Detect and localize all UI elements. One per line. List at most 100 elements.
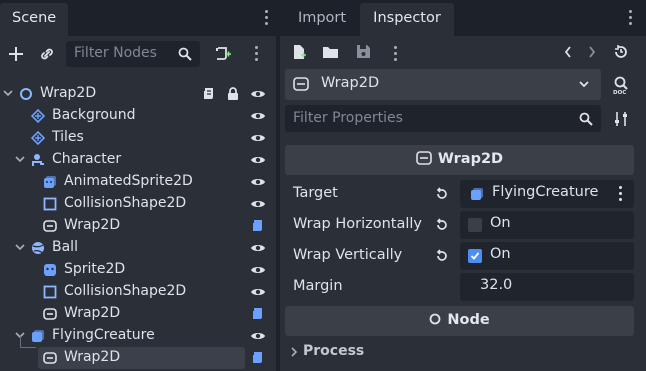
checkbox-checked[interactable] (468, 249, 482, 263)
process-label: Process (303, 343, 365, 359)
wrap-horizontally-value: On (490, 215, 511, 231)
collapse-arrow-icon[interactable] (15, 242, 25, 252)
tab-scene-label: Scene (12, 10, 57, 26)
tab-inspector[interactable]: Inspector (360, 3, 454, 36)
tab-import[interactable]: Import (284, 3, 360, 36)
tree-item-label: Tiles (52, 129, 84, 145)
target-node-picker[interactable]: FlyingCreature (460, 180, 634, 208)
tree-item-label: Wrap2D (64, 305, 121, 321)
object-selector-dropdown[interactable]: Wrap2D (285, 69, 601, 100)
tree-item-wrap2d[interactable]: Wrap2D (0, 215, 276, 237)
tree-item-collisionshape2d[interactable]: CollisionShape2D (0, 193, 276, 215)
tree-item-label: AnimatedSprite2D (64, 173, 193, 189)
property-wrap-vertically-label: Wrap Vertically (293, 247, 403, 263)
tree-item-wrap2d-selected[interactable]: Wrap2D (0, 347, 276, 369)
visibility-eye-icon[interactable] (250, 87, 266, 101)
collapse-arrow-icon[interactable] (15, 154, 25, 164)
object-history-icon[interactable] (613, 44, 629, 60)
visibility-eye-icon[interactable] (250, 285, 266, 299)
visibility-eye-icon[interactable] (250, 241, 266, 255)
tree-item-sprite2d[interactable]: Sprite2D (0, 259, 276, 281)
add-node-icon[interactable] (6, 44, 26, 64)
scene-options-menu-icon[interactable] (250, 45, 262, 63)
tree-item-root[interactable]: Wrap2D (0, 83, 276, 105)
visibility-eye-icon[interactable] (250, 131, 266, 145)
visibility-eye-icon[interactable] (250, 175, 266, 189)
search-icon (178, 47, 192, 61)
revert-icon[interactable] (435, 249, 449, 263)
target-value: FlyingCreature (492, 184, 599, 200)
chevron-down-icon (579, 81, 589, 88)
node-section-header[interactable]: Node (285, 306, 634, 336)
property-margin: Margin 32.0 (285, 273, 639, 301)
process-category[interactable]: Process (285, 341, 634, 363)
checkmark-icon (470, 252, 480, 260)
visibility-eye-icon[interactable] (250, 153, 266, 167)
history-back-icon[interactable] (563, 45, 573, 59)
visibility-eye-icon[interactable] (250, 329, 266, 343)
margin-spinbox[interactable]: 32.0 (460, 273, 634, 301)
tree-item-label: FlyingCreature (52, 327, 155, 343)
history-forward-icon[interactable] (587, 45, 597, 59)
sprite-icon (44, 264, 56, 276)
tree-item-flyingcreature[interactable]: FlyingCreature (0, 325, 276, 347)
expand-arrow-icon (291, 347, 298, 357)
tree-item-label: Wrap2D (64, 217, 121, 233)
script-icon[interactable] (251, 219, 265, 233)
attach-script-icon[interactable] (212, 44, 234, 64)
tree-item-background[interactable]: Background (0, 105, 276, 127)
script-icon[interactable] (251, 307, 265, 321)
tree-item-label: Sprite2D (64, 261, 126, 277)
scene-dock-menu-icon[interactable] (260, 9, 272, 27)
collapse-arrow-icon[interactable] (3, 88, 13, 98)
open-folder-icon[interactable] (322, 45, 339, 59)
tree-item-tiles[interactable]: Tiles (0, 127, 276, 149)
property-wrap-horizontally-label: Wrap Horizontally (293, 216, 422, 232)
rigidbody-icon (32, 242, 44, 254)
script-icon[interactable] (202, 87, 216, 101)
script-icon[interactable] (251, 351, 265, 365)
tab-inspector-label: Inspector (373, 10, 441, 26)
filter-properties-placeholder: Filter Properties (293, 110, 403, 126)
wrap2d-icon (416, 151, 432, 165)
inspector-dock-menu-icon[interactable] (624, 9, 636, 27)
wrap-horizontally-checkbox[interactable]: On (460, 211, 634, 239)
target-options-menu-icon[interactable] (614, 185, 626, 203)
visibility-eye-icon[interactable] (250, 197, 266, 211)
lock-icon[interactable] (226, 87, 240, 101)
script-section-header[interactable]: Wrap2D (285, 145, 634, 175)
node2d-circle-icon (20, 88, 32, 100)
wrap2d-icon (43, 352, 57, 364)
tree-item-collisionshape2d-ball[interactable]: CollisionShape2D (0, 281, 276, 303)
wrap-vertically-checkbox[interactable]: On (460, 242, 634, 270)
filter-nodes-input[interactable]: Filter Nodes (66, 41, 200, 67)
tab-scene[interactable]: Scene (0, 3, 68, 36)
tree-item-label: CollisionShape2D (64, 283, 187, 299)
visibility-eye-icon[interactable] (250, 109, 266, 123)
filter-properties-input[interactable]: Filter Properties (285, 105, 601, 132)
property-margin-label: Margin (293, 278, 343, 294)
node-section-title: Node (285, 312, 634, 328)
revert-icon[interactable] (435, 218, 449, 232)
tree-item-animatedsprite2d[interactable]: AnimatedSprite2D (0, 171, 276, 193)
open-docs-icon[interactable]: DOC (612, 75, 632, 95)
script-section-title: Wrap2D (285, 151, 634, 167)
resource-options-menu-icon[interactable] (389, 45, 401, 63)
collision-shape-icon (43, 197, 57, 211)
inspector-tabbar: Import Inspector (280, 0, 646, 36)
tree-item-ball[interactable]: Ball (0, 237, 276, 259)
property-tools-icon[interactable] (613, 111, 629, 127)
revert-icon[interactable] (435, 187, 449, 201)
new-resource-icon[interactable] (291, 44, 307, 60)
tree-item-wrap2d-ball[interactable]: Wrap2D (0, 303, 276, 325)
property-wrap-vertically: Wrap Vertically On (285, 242, 639, 270)
instance-scene-link-icon[interactable] (37, 44, 57, 64)
animatable-body-icon (471, 188, 483, 200)
visibility-eye-icon[interactable] (250, 263, 266, 277)
tree-guide-line (20, 336, 21, 347)
checkbox-unchecked[interactable] (468, 218, 482, 232)
wrap2d-icon (43, 220, 57, 232)
save-icon[interactable] (356, 44, 371, 59)
svg-text:DOC: DOC (613, 90, 626, 95)
tree-item-character[interactable]: Character (0, 149, 276, 171)
